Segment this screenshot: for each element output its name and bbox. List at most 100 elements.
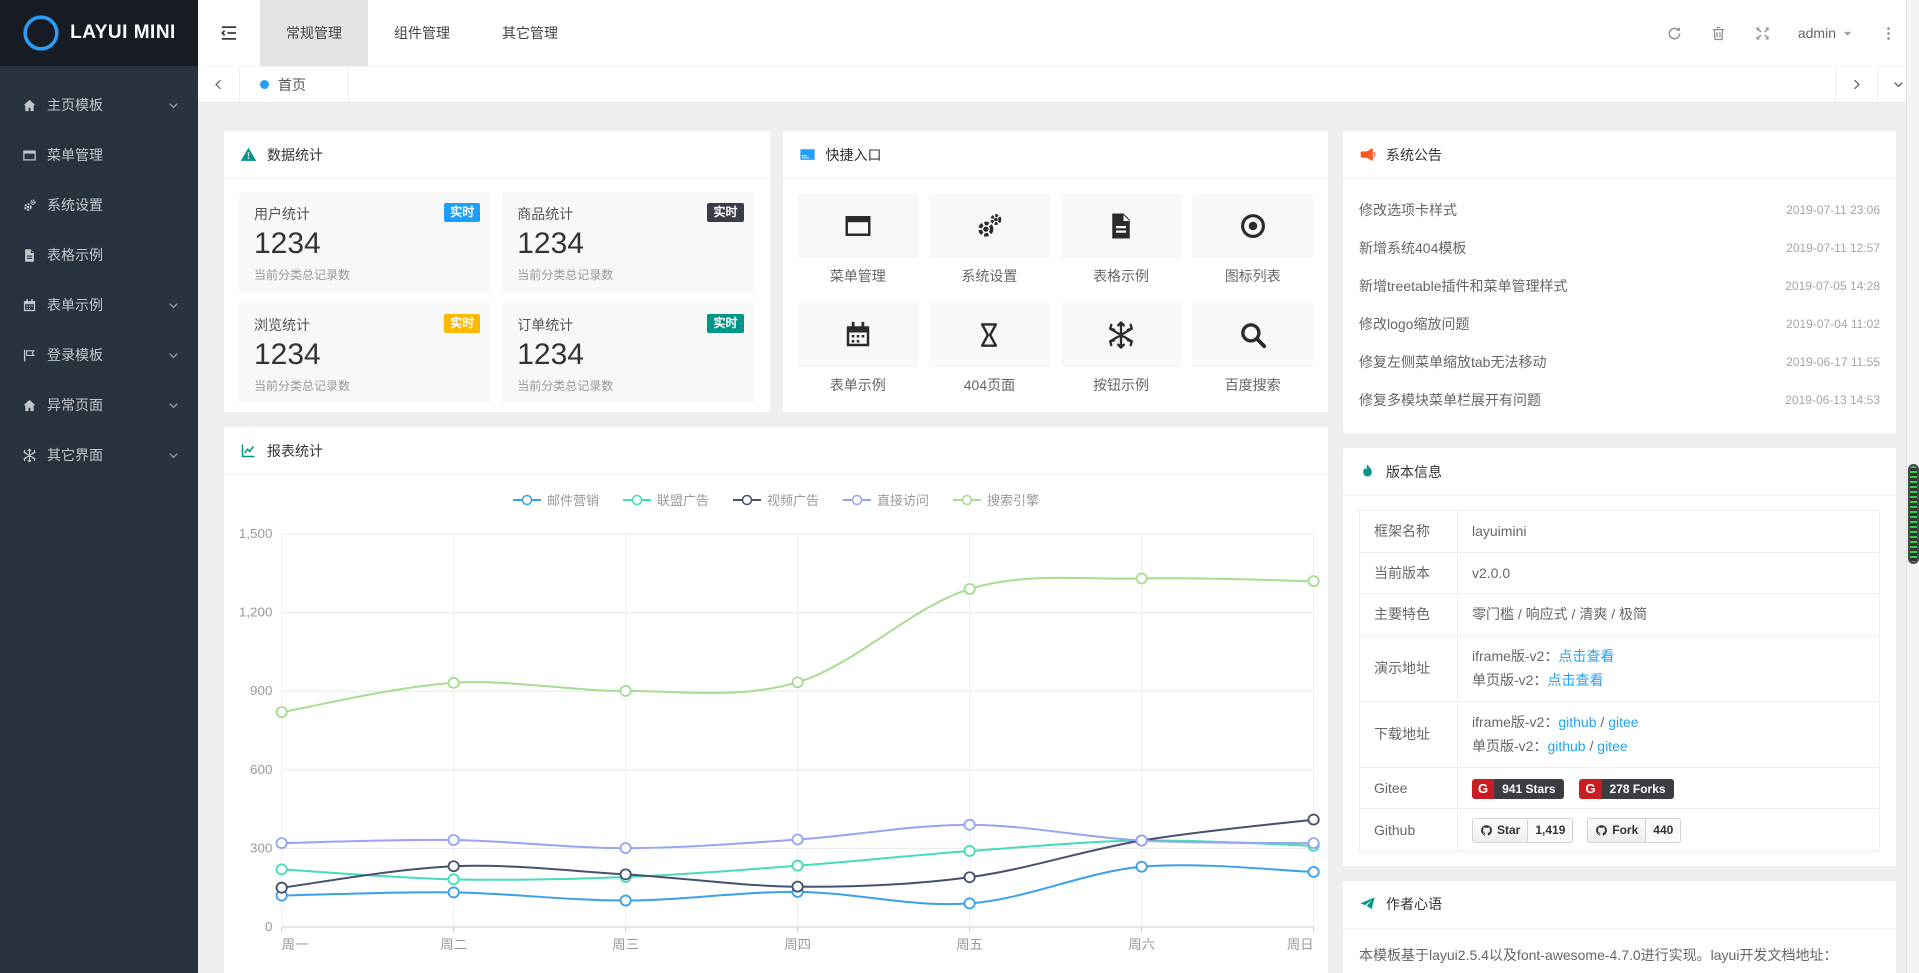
content-right-column: 系统公告 修改选项卡样式 2019-07-11 23:06 新增系统404模板 … bbox=[1343, 131, 1896, 973]
download-gitee-link[interactable]: gitee bbox=[1608, 714, 1638, 730]
svg-text:900: 900 bbox=[250, 683, 272, 698]
table-row: 下载地址 iframe版-v2：github / gitee 单页版-v2：gi… bbox=[1360, 701, 1880, 767]
shortcuts-card: 快捷入口 菜单管理 系统设置 bbox=[783, 131, 1329, 412]
shortcut-table-examples[interactable]: 表格示例 bbox=[1061, 194, 1182, 286]
github-star-button[interactable]: Star 1,419 bbox=[1472, 818, 1573, 843]
sidebar-item-other-pages[interactable]: 其它界面 bbox=[0, 430, 198, 480]
shortcut-button-examples[interactable]: 按钮示例 bbox=[1061, 303, 1182, 395]
demo-onepage-link[interactable]: 点击查看 bbox=[1547, 672, 1603, 688]
page-tab-bar: 首页 bbox=[198, 66, 1919, 103]
svg-text:1,200: 1,200 bbox=[239, 605, 272, 620]
file-icon bbox=[22, 248, 37, 263]
sidebar-item-system-settings[interactable]: 系统设置 bbox=[0, 180, 198, 230]
header-actions: admin bbox=[1666, 0, 1919, 66]
sidebar-collapse-button[interactable] bbox=[198, 0, 260, 66]
gitee-forks-badge[interactable]: G 278 Forks bbox=[1579, 779, 1673, 799]
notice-card-header: 系统公告 bbox=[1343, 131, 1896, 179]
svg-text:300: 300 bbox=[250, 841, 272, 856]
sidebar-item-error-pages[interactable]: 异常页面 bbox=[0, 380, 198, 430]
fire-icon bbox=[1359, 463, 1376, 480]
card-title: 报表统计 bbox=[267, 441, 323, 461]
home-icon bbox=[22, 98, 37, 113]
legend-item[interactable]: 邮件营销 bbox=[513, 490, 599, 509]
chevron-left-icon bbox=[212, 78, 225, 91]
notice-list: 修改选项卡样式 2019-07-11 23:06 新增系统404模板 2019-… bbox=[1343, 179, 1896, 433]
stat-box-products: 商品统计 1234 当前分类总记录数 实时 bbox=[502, 192, 754, 292]
username: admin bbox=[1798, 25, 1836, 41]
sidebar-item-table-examples[interactable]: 表格示例 bbox=[0, 230, 198, 280]
app-window: LAYUI MINI 主页模板 菜单管理 系统设置 表格示例 表单 bbox=[0, 0, 1919, 973]
demo-iframe-link[interactable]: 点击查看 bbox=[1558, 648, 1614, 664]
chevron-down-icon bbox=[167, 299, 180, 312]
sidebar-item-label: 登录模板 bbox=[47, 345, 167, 365]
svg-text:1,500: 1,500 bbox=[239, 526, 272, 541]
github-fork-button[interactable]: Fork 440 bbox=[1587, 818, 1681, 843]
refresh-icon[interactable] bbox=[1666, 25, 1683, 42]
stat-box-orders: 订单统计 1234 当前分类总记录数 实时 bbox=[502, 303, 754, 403]
scrollbar-thumb[interactable] bbox=[1908, 464, 1919, 564]
table-row: Gitee G 941 Stars G 278 Forks bbox=[1360, 767, 1880, 809]
sidebar-item-label: 菜单管理 bbox=[47, 145, 180, 165]
tab-scroll-right-button[interactable] bbox=[1835, 67, 1877, 102]
kebab-menu-icon[interactable] bbox=[1880, 25, 1897, 42]
shortcut-form-examples[interactable]: 表单示例 bbox=[798, 303, 919, 395]
legend-item[interactable]: 直接访问 bbox=[843, 490, 929, 509]
shortcut-baidu-search[interactable]: 百度搜索 bbox=[1192, 303, 1313, 395]
table-row: 演示地址 iframe版-v2：点击查看 单页版-v2：点击查看 bbox=[1360, 635, 1880, 701]
download-github-link[interactable]: github bbox=[1558, 714, 1596, 730]
sidebar-item-login-templates[interactable]: 登录模板 bbox=[0, 330, 198, 380]
svg-text:周一: 周一 bbox=[282, 937, 309, 952]
notice-item: 新增treetable插件和菜单管理样式 2019-07-05 14:28 bbox=[1359, 267, 1880, 305]
tab-home-label: 首页 bbox=[278, 75, 306, 95]
download-github-link[interactable]: github bbox=[1547, 738, 1585, 754]
header-tab-general[interactable]: 常规管理 bbox=[260, 0, 368, 66]
gears-icon bbox=[974, 211, 1004, 241]
table-row: 主要特色 零门槛 / 响应式 / 清爽 / 极简 bbox=[1360, 594, 1880, 636]
svg-text:周五: 周五 bbox=[956, 937, 983, 952]
card-title: 数据统计 bbox=[267, 145, 323, 165]
table-row: Github Star 1,419 Fork 440 bbox=[1360, 809, 1880, 852]
sidebar-item-menu-management[interactable]: 菜单管理 bbox=[0, 130, 198, 180]
gitee-logo-icon: G bbox=[1472, 779, 1494, 799]
trash-icon[interactable] bbox=[1710, 25, 1727, 42]
chart-card-header: 报表统计 bbox=[224, 427, 1328, 475]
github-star-count: 1,419 bbox=[1528, 818, 1573, 843]
chevron-down-icon bbox=[167, 349, 180, 362]
sidebar-item-label: 表单示例 bbox=[47, 295, 167, 315]
stat-value: 1234 bbox=[517, 227, 739, 262]
notice-item: 新增系统404模板 2019-07-11 12:57 bbox=[1359, 229, 1880, 267]
tab-scroll-left-button[interactable] bbox=[198, 67, 240, 102]
version-card: 版本信息 框架名称 layuimini 当前版本 v2.0.0 bbox=[1343, 448, 1896, 866]
gitee-stars-badge[interactable]: G 941 Stars bbox=[1472, 779, 1564, 799]
notice-card: 系统公告 修改选项卡样式 2019-07-11 23:06 新增系统404模板 … bbox=[1343, 131, 1896, 433]
stats-card-header: 数据统计 bbox=[224, 131, 770, 179]
shortcut-menu-management[interactable]: 菜单管理 bbox=[798, 194, 919, 286]
shortcut-icon-list[interactable]: 图标列表 bbox=[1192, 194, 1313, 286]
chevron-down-icon bbox=[167, 399, 180, 412]
header-tab-components[interactable]: 组件管理 bbox=[368, 0, 476, 66]
paper-plane-icon bbox=[1359, 896, 1376, 913]
app-logo[interactable]: LAYUI MINI bbox=[0, 0, 198, 66]
shortcut-404-page[interactable]: 404页面 bbox=[929, 303, 1050, 395]
svg-text:周三: 周三 bbox=[612, 937, 639, 952]
user-menu[interactable]: admin bbox=[1798, 25, 1853, 41]
legend-item[interactable]: 搜索引擎 bbox=[953, 490, 1039, 509]
sidebar-item-form-examples[interactable]: 表单示例 bbox=[0, 280, 198, 330]
caret-down-icon bbox=[1842, 28, 1853, 39]
shortcut-system-settings[interactable]: 系统设置 bbox=[929, 194, 1050, 286]
search-icon bbox=[1238, 320, 1268, 350]
fullscreen-icon[interactable] bbox=[1754, 25, 1771, 42]
page-scrollbar[interactable] bbox=[1906, 0, 1919, 973]
author-card-header: 作者心语 bbox=[1343, 881, 1896, 929]
legend-item[interactable]: 联盟广告 bbox=[623, 490, 709, 509]
tab-home[interactable]: 首页 bbox=[240, 67, 349, 102]
notice-item: 修改选项卡样式 2019-07-11 23:06 bbox=[1359, 191, 1880, 229]
header-tab-other[interactable]: 其它管理 bbox=[476, 0, 584, 66]
download-gitee-link[interactable]: gitee bbox=[1597, 738, 1627, 754]
legend-item[interactable]: 视频广告 bbox=[733, 490, 819, 509]
status-badge: 实时 bbox=[444, 314, 480, 333]
home-icon bbox=[22, 398, 37, 413]
svg-text:周四: 周四 bbox=[784, 937, 811, 952]
shortcuts-card-header: 快捷入口 bbox=[783, 131, 1329, 179]
sidebar-item-home-template[interactable]: 主页模板 bbox=[0, 80, 198, 130]
